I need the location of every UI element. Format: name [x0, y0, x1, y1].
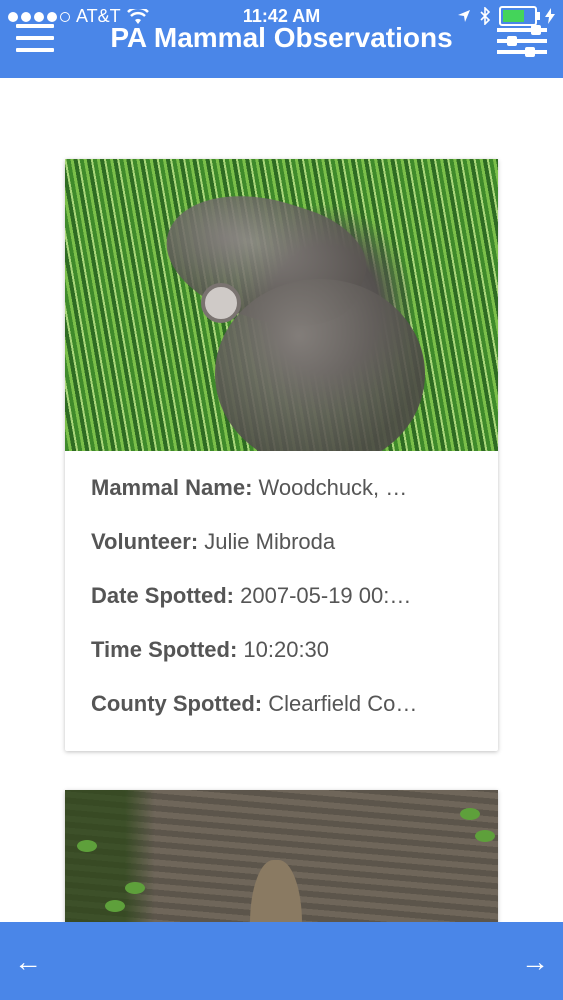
next-page-button[interactable]: →	[521, 946, 549, 978]
time-spotted-value: 10:20:30	[243, 637, 330, 662]
pagination-footer: ← →	[0, 922, 563, 1000]
county-spotted-value: Clearfield Co…	[268, 691, 418, 716]
observation-photo	[65, 159, 498, 451]
observation-card[interactable]: Mammal Name: Woodchuck, … Volunteer: Jul…	[65, 159, 498, 751]
filter-settings-button[interactable]	[497, 24, 547, 58]
previous-page-button[interactable]: ←	[14, 946, 42, 978]
date-spotted-value: 2007-05-19 00:…	[240, 583, 412, 608]
volunteer-value: Julie Mibroda	[204, 529, 336, 554]
arrow-right-icon: →	[521, 946, 549, 977]
time-spotted-label: Time Spotted:	[91, 637, 238, 662]
mammal-name-value: Woodchuck, …	[258, 475, 408, 500]
observation-photo	[65, 790, 498, 922]
time-spotted-row: Time Spotted: 10:20:30	[91, 637, 472, 663]
county-spotted-row: County Spotted: Clearfield Co…	[91, 691, 472, 717]
county-spotted-label: County Spotted:	[91, 691, 263, 716]
mammal-name-row: Mammal Name: Woodchuck, …	[91, 475, 472, 501]
arrow-left-icon: ←	[14, 946, 42, 977]
app-header: AT&T 11:42 AM PA Mammal Observations	[0, 0, 563, 78]
observation-list[interactable]: Mammal Name: Woodchuck, … Volunteer: Jul…	[0, 78, 563, 922]
volunteer-label: Volunteer:	[91, 529, 199, 554]
page-title: PA Mammal Observations	[110, 22, 453, 53]
date-spotted-row: Date Spotted: 2007-05-19 00:…	[91, 583, 472, 609]
mammal-name-label: Mammal Name:	[91, 475, 253, 500]
location-arrow-icon	[458, 10, 470, 22]
observation-details: Mammal Name: Woodchuck, … Volunteer: Jul…	[65, 451, 498, 717]
date-spotted-label: Date Spotted:	[91, 583, 234, 608]
volunteer-row: Volunteer: Julie Mibroda	[91, 529, 472, 555]
observation-card[interactable]	[65, 790, 498, 922]
